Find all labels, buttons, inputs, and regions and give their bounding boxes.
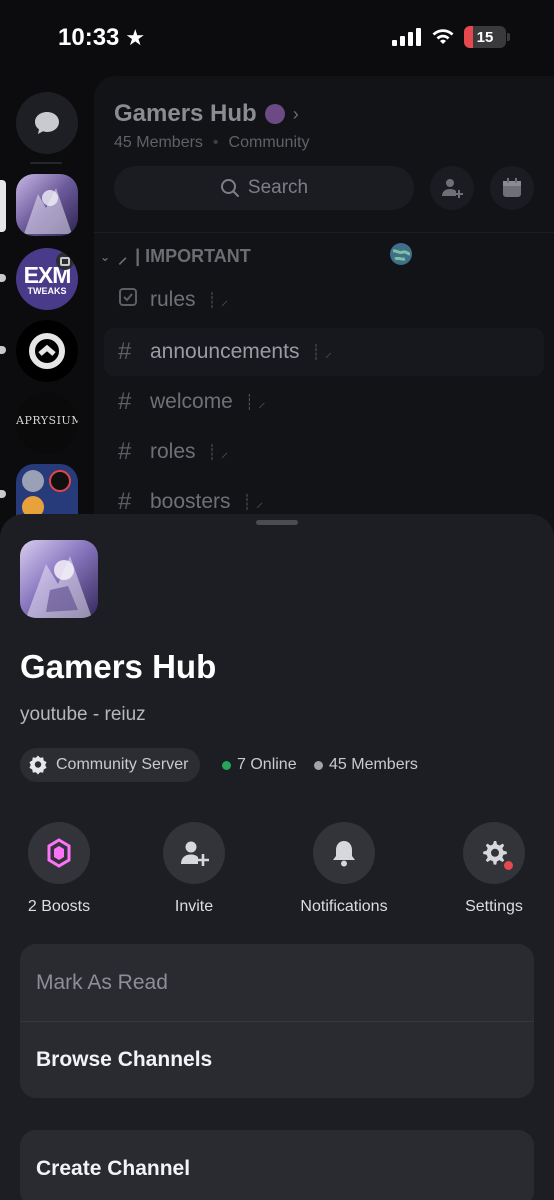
alert-dot-icon [502,859,515,872]
community-badge-icon [29,755,47,775]
sheet-drag-handle[interactable] [256,520,298,525]
community-server-chip[interactable]: Community Server [20,748,201,782]
hash-icon: # [118,438,132,465]
browse-channels-button[interactable]: Browse Channels [20,1021,534,1098]
member-count: 45 Members [314,748,418,782]
wifi-icon [432,29,454,44]
chat-bubble-icon [35,112,59,134]
channel-item-announcements[interactable]: # announcements ┊ ⸝ [104,328,544,376]
community-badge-icon [264,104,285,124]
settings-button[interactable]: Settings [439,822,549,916]
server-name: Gamers Hub [20,648,217,685]
channel-item-welcome[interactable]: # welcome ┊ ⸝ [104,378,544,426]
server-icon-exm-tweaks[interactable]: EXM TWEAKS [16,248,78,310]
clock: 10:33 ★ [58,24,146,51]
server-header-title[interactable]: Gamers Hub › [114,100,299,128]
person-add-icon [442,179,463,198]
event-badge-icon [56,252,74,270]
channel-item-rules[interactable]: rules ┊ ⸝ [104,276,544,324]
direct-messages-button[interactable] [16,92,78,154]
boost-gem-icon [47,838,71,868]
invite-button[interactable]: Invite [139,822,249,916]
create-channel-button[interactable]: Create Channel [20,1130,534,1200]
chevron-right-icon: › [292,103,299,124]
server-description: youtube - reiuz [20,704,146,725]
channel-panel: Gamers Hub › 45 Members • Community Sear… [94,76,554,536]
hash-icon: # [118,488,132,515]
cellular-signal-icon [392,28,421,46]
category-important[interactable]: ⌄ ⸝ | IMPORTANT [100,242,413,271]
channel-item-roles[interactable]: # roles ┊ ⸝ [104,428,544,476]
server-rail: EXM TWEAKS APRYSIUM [0,76,92,536]
online-count: 7 Online [222,748,297,782]
invite-person-add-icon [181,841,209,866]
star-icon: ★ [125,25,146,50]
server-icon-3[interactable] [16,320,78,382]
battery-indicator: 15 [464,26,506,48]
mark-as-read-button[interactable]: Mark As Read [20,944,534,1021]
notifications-button[interactable]: Notifications [289,822,399,916]
server-icon-large [20,540,98,618]
add-member-button[interactable] [430,166,474,210]
server-info-sheet: Gamers Hub youtube - reiuz Community Ser… [0,514,554,1200]
globe-icon [389,242,413,271]
server-icon-4[interactable]: APRYSIUM [16,392,78,454]
search-bar[interactable]: Search [114,166,414,210]
menu-group-secondary: Create Channel [20,1130,534,1200]
status-bar: 10:33 ★ 15 [0,0,554,76]
server-icon-gamers-hub[interactable] [16,174,78,236]
hash-icon: # [118,388,132,415]
calendar-icon [503,178,521,197]
menu-group-primary: Mark As Read Browse Channels [20,944,534,1098]
boosts-button[interactable]: 2 Boosts [4,822,114,916]
anime-avatar-image [20,540,98,618]
server-header-subtitle: 45 Members • Community [114,134,310,151]
ring-logo-image [29,333,65,369]
chevron-down-icon: ⌄ [100,249,111,264]
decorative-glyph: ⸝ [118,246,128,267]
server-folder[interactable] [16,464,78,516]
hash-icon: # [118,338,132,365]
anime-avatar-image [16,174,78,236]
rules-channel-icon [118,287,138,313]
bell-icon [333,841,355,867]
search-icon [220,179,239,197]
events-button[interactable] [490,166,534,210]
